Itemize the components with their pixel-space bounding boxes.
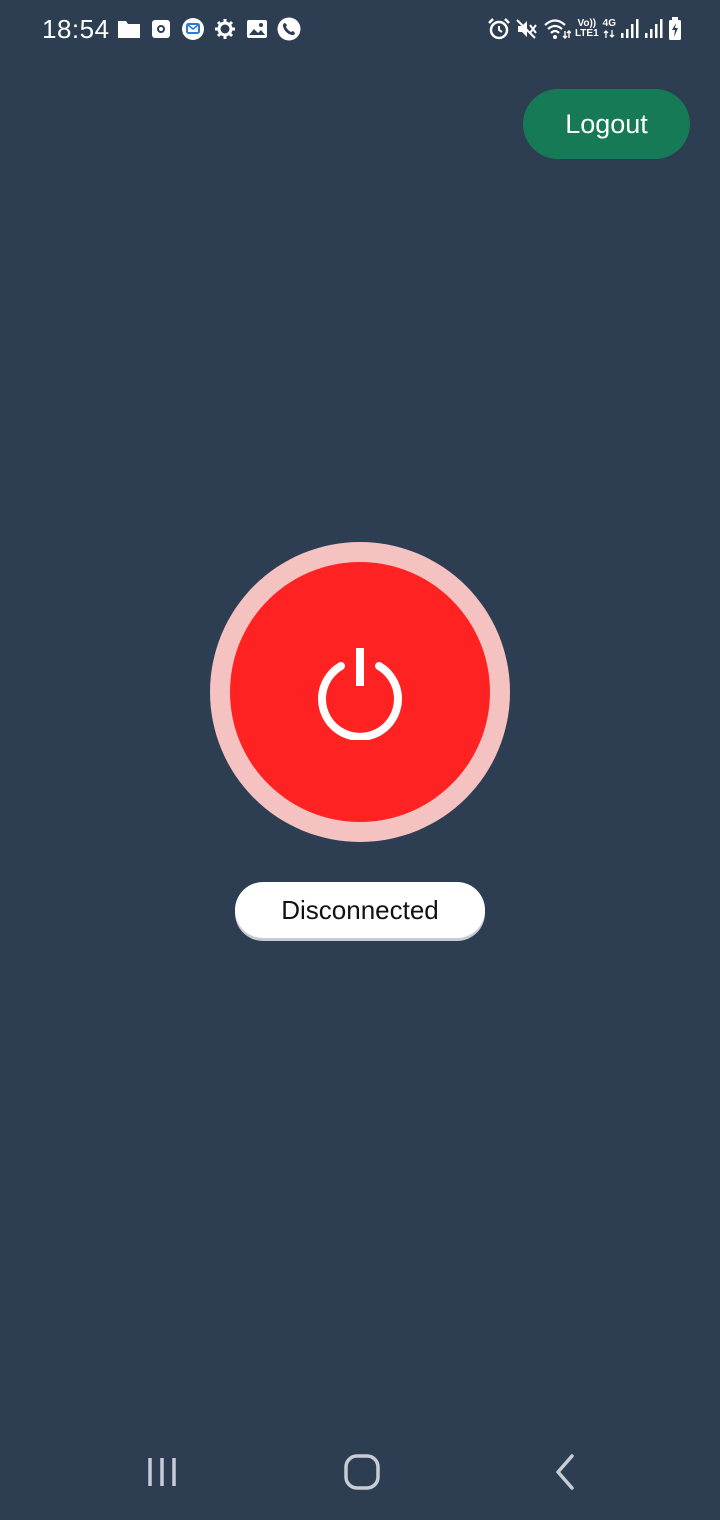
image-icon (244, 16, 270, 42)
system-icons: Vo)) LTE1 4G (487, 14, 682, 44)
mute-icon (515, 14, 539, 44)
notification-icons (116, 16, 302, 42)
folder-icon (116, 16, 142, 42)
connect-toggle-button[interactable] (210, 542, 510, 842)
logout-button[interactable]: Logout (523, 89, 690, 159)
wifi-icon (543, 14, 571, 44)
phone-icon (276, 16, 302, 42)
signal-icon (620, 14, 640, 44)
power-icon (310, 640, 410, 745)
signal-icon (644, 14, 664, 44)
status-time: 18:54 (42, 14, 110, 44)
battery-icon (668, 14, 682, 44)
volte-icon: Vo)) LTE1 (575, 14, 599, 44)
message-icon (180, 16, 206, 42)
back-button[interactable] (542, 1452, 586, 1496)
connection-status-badge: Disconnected (235, 882, 485, 938)
alarm-icon (487, 14, 511, 44)
system-nav-bar (0, 1430, 720, 1520)
4g-icon: 4G (603, 14, 616, 44)
back-icon (544, 1452, 584, 1497)
volte-bottom-label: LTE1 (574, 28, 599, 39)
recents-icon (142, 1454, 182, 1495)
status-bar: 18:54 Vo)) LTE1 4G (0, 0, 720, 60)
home-button[interactable] (340, 1452, 384, 1496)
record-icon (148, 16, 174, 42)
home-icon (342, 1452, 382, 1497)
settings-icon (212, 16, 238, 42)
connect-toggle-core[interactable] (230, 562, 490, 822)
network-type-label: 4G (602, 18, 616, 29)
recents-button[interactable] (140, 1452, 184, 1496)
